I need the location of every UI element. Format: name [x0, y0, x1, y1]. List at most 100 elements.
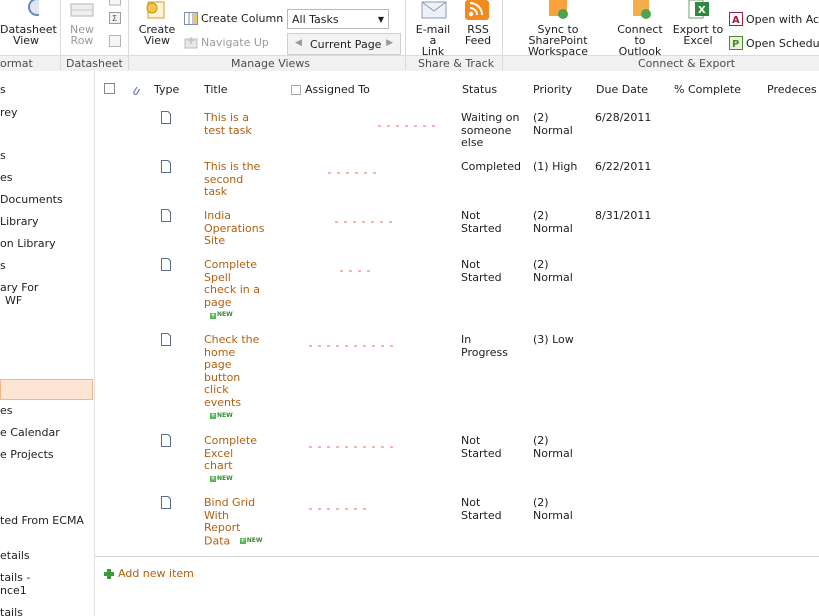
- new-badge-text: NEW: [217, 311, 233, 319]
- group-separator: [502, 0, 503, 70]
- status-cell: In Progress: [461, 333, 508, 359]
- assigned-checkbox[interactable]: [291, 85, 301, 95]
- column-header-predecessors[interactable]: Predeces: [767, 83, 817, 96]
- create-column-button[interactable]: Create Column: [184, 12, 283, 25]
- column-header-type[interactable]: Type: [154, 83, 179, 96]
- create-view-button[interactable]: Create View: [138, 0, 176, 46]
- redacted-assignee: [335, 215, 398, 223]
- redacted-assignee: [378, 119, 441, 127]
- column-header-assigned-to[interactable]: Assigned To: [291, 83, 370, 96]
- nav-item[interactable]: tails: [0, 606, 23, 616]
- priority-line: (2): [533, 209, 549, 222]
- nav-item[interactable]: rey: [0, 106, 18, 119]
- priority-line: Normal: [533, 123, 573, 137]
- attachment-icon: [133, 86, 141, 96]
- status-line: Waiting on: [461, 111, 520, 124]
- sync-workspace-label-2: Workspace: [527, 45, 589, 58]
- add-icon: [104, 568, 114, 579]
- new-plus-icon: +: [210, 475, 216, 483]
- status-line: else: [461, 136, 484, 150]
- title-line: Spell: [204, 270, 231, 284]
- nav-item[interactable]: on Library: [0, 237, 56, 250]
- column-header-status[interactable]: Status: [462, 83, 497, 96]
- select-all-checkbox[interactable]: [104, 83, 115, 94]
- nav-item[interactable]: e Projects: [0, 448, 54, 461]
- new-badge-text: NEW: [217, 411, 233, 419]
- new-row-button[interactable]: New Row: [64, 0, 100, 46]
- previous-page-icon[interactable]: ◀: [295, 38, 302, 48]
- next-page-icon[interactable]: ▶: [386, 38, 393, 48]
- title-line: click: [204, 383, 229, 397]
- task-title-link[interactable]: Bind Grid With Report Data + NEW: [204, 496, 274, 548]
- nav-item[interactable]: e Calendar: [0, 426, 60, 439]
- nav-item[interactable]: es: [0, 404, 13, 417]
- redacted-assignee: [340, 264, 376, 272]
- current-page-label: Current Page: [310, 38, 382, 51]
- title-line: Site: [204, 234, 226, 248]
- nav-item[interactable]: s: [0, 259, 6, 272]
- sync-workspace-button[interactable]: Sync to SharePoint Workspace: [508, 0, 608, 57]
- nav-item[interactable]: s: [0, 149, 6, 162]
- open-with-access-button[interactable]: A Open with Ac: [729, 12, 819, 26]
- nav-item[interactable]: tails -: [0, 571, 30, 584]
- excel-icon: X: [688, 0, 709, 19]
- nav-item[interactable]: es: [0, 171, 13, 184]
- column-header-due-date[interactable]: Due Date: [596, 83, 648, 96]
- current-view-select[interactable]: All Tasks ▼: [287, 9, 389, 29]
- title-line: test task: [204, 123, 252, 137]
- document-icon: [161, 434, 171, 447]
- selected-nav-item[interactable]: [0, 379, 93, 400]
- title-line: page: [204, 295, 232, 309]
- nav-item[interactable]: ted From ECMA: [0, 514, 84, 527]
- redacted-assignee: [328, 166, 382, 174]
- task-title-link[interactable]: This is a test task: [204, 111, 268, 137]
- task-title-link[interactable]: India Operations Site: [204, 209, 268, 248]
- rss-feed-button[interactable]: RSS Feed: [462, 0, 494, 46]
- show-taskpane-icon[interactable]: [109, 0, 121, 6]
- connect-outlook-button[interactable]: Connect to Outlook: [611, 0, 669, 57]
- datasheet-view-button[interactable]: Datasheet View: [0, 0, 57, 46]
- nav-item[interactable]: etails: [0, 549, 30, 562]
- totals-icon[interactable]: Σ: [109, 12, 121, 24]
- column-header-percent-complete[interactable]: % Complete: [674, 83, 741, 96]
- new-plus-icon: +: [239, 537, 246, 545]
- nav-item[interactable]: nce1: [0, 584, 27, 597]
- open-schedule-button[interactable]: P Open Schedu: [729, 36, 819, 50]
- sync-workspace-icon: [549, 0, 568, 19]
- refresh-data-icon[interactable]: [109, 35, 121, 47]
- nav-item[interactable]: ary For: [0, 281, 38, 294]
- status-cell: Not Started: [461, 496, 502, 522]
- add-new-item-link[interactable]: Add new item: [104, 567, 194, 580]
- status-line: Started: [461, 508, 502, 522]
- title-line: Operations: [204, 221, 265, 235]
- export-excel-button[interactable]: X Export to Excel: [672, 0, 724, 46]
- column-header-title[interactable]: Title: [204, 83, 228, 96]
- task-title-link[interactable]: Complete Excel chart + NEW: [204, 434, 268, 486]
- title-line: Complete: [204, 258, 258, 271]
- title-line: home: [204, 345, 236, 359]
- list-footer-divider: [95, 556, 819, 557]
- title-line: Bind Grid: [204, 496, 256, 509]
- svg-text:Σ: Σ: [112, 14, 117, 23]
- task-title-link[interactable]: Complete Spell check in a page + NEW: [204, 258, 268, 322]
- task-title-link[interactable]: Check the home page button click events + NEW: [204, 333, 268, 422]
- status-line: Not: [461, 258, 481, 271]
- status-line: Not: [461, 209, 481, 222]
- group-label-manage-views: Manage Views: [231, 57, 311, 70]
- nav-item[interactable]: Documents: [0, 193, 63, 206]
- group-separator: [60, 0, 61, 70]
- priority-cell: (2) Normal: [533, 434, 573, 460]
- priority-line: Normal: [533, 221, 573, 235]
- email-link-button[interactable]: E-mail a Link: [412, 0, 454, 57]
- title-line: events: [204, 395, 242, 409]
- column-header-priority[interactable]: Priority: [533, 83, 572, 96]
- priority-cell: (3) Low: [533, 333, 574, 347]
- nav-item[interactable]: WF: [5, 294, 22, 307]
- navigate-up-icon: [184, 37, 198, 49]
- navigate-up-button[interactable]: Navigate Up: [184, 36, 269, 49]
- nav-item[interactable]: Library: [0, 215, 38, 228]
- rss-icon: [465, 0, 489, 20]
- priority-cell: (2) Normal: [533, 111, 573, 137]
- nav-item[interactable]: s: [0, 83, 6, 96]
- task-title-link[interactable]: This is the second task: [204, 160, 268, 199]
